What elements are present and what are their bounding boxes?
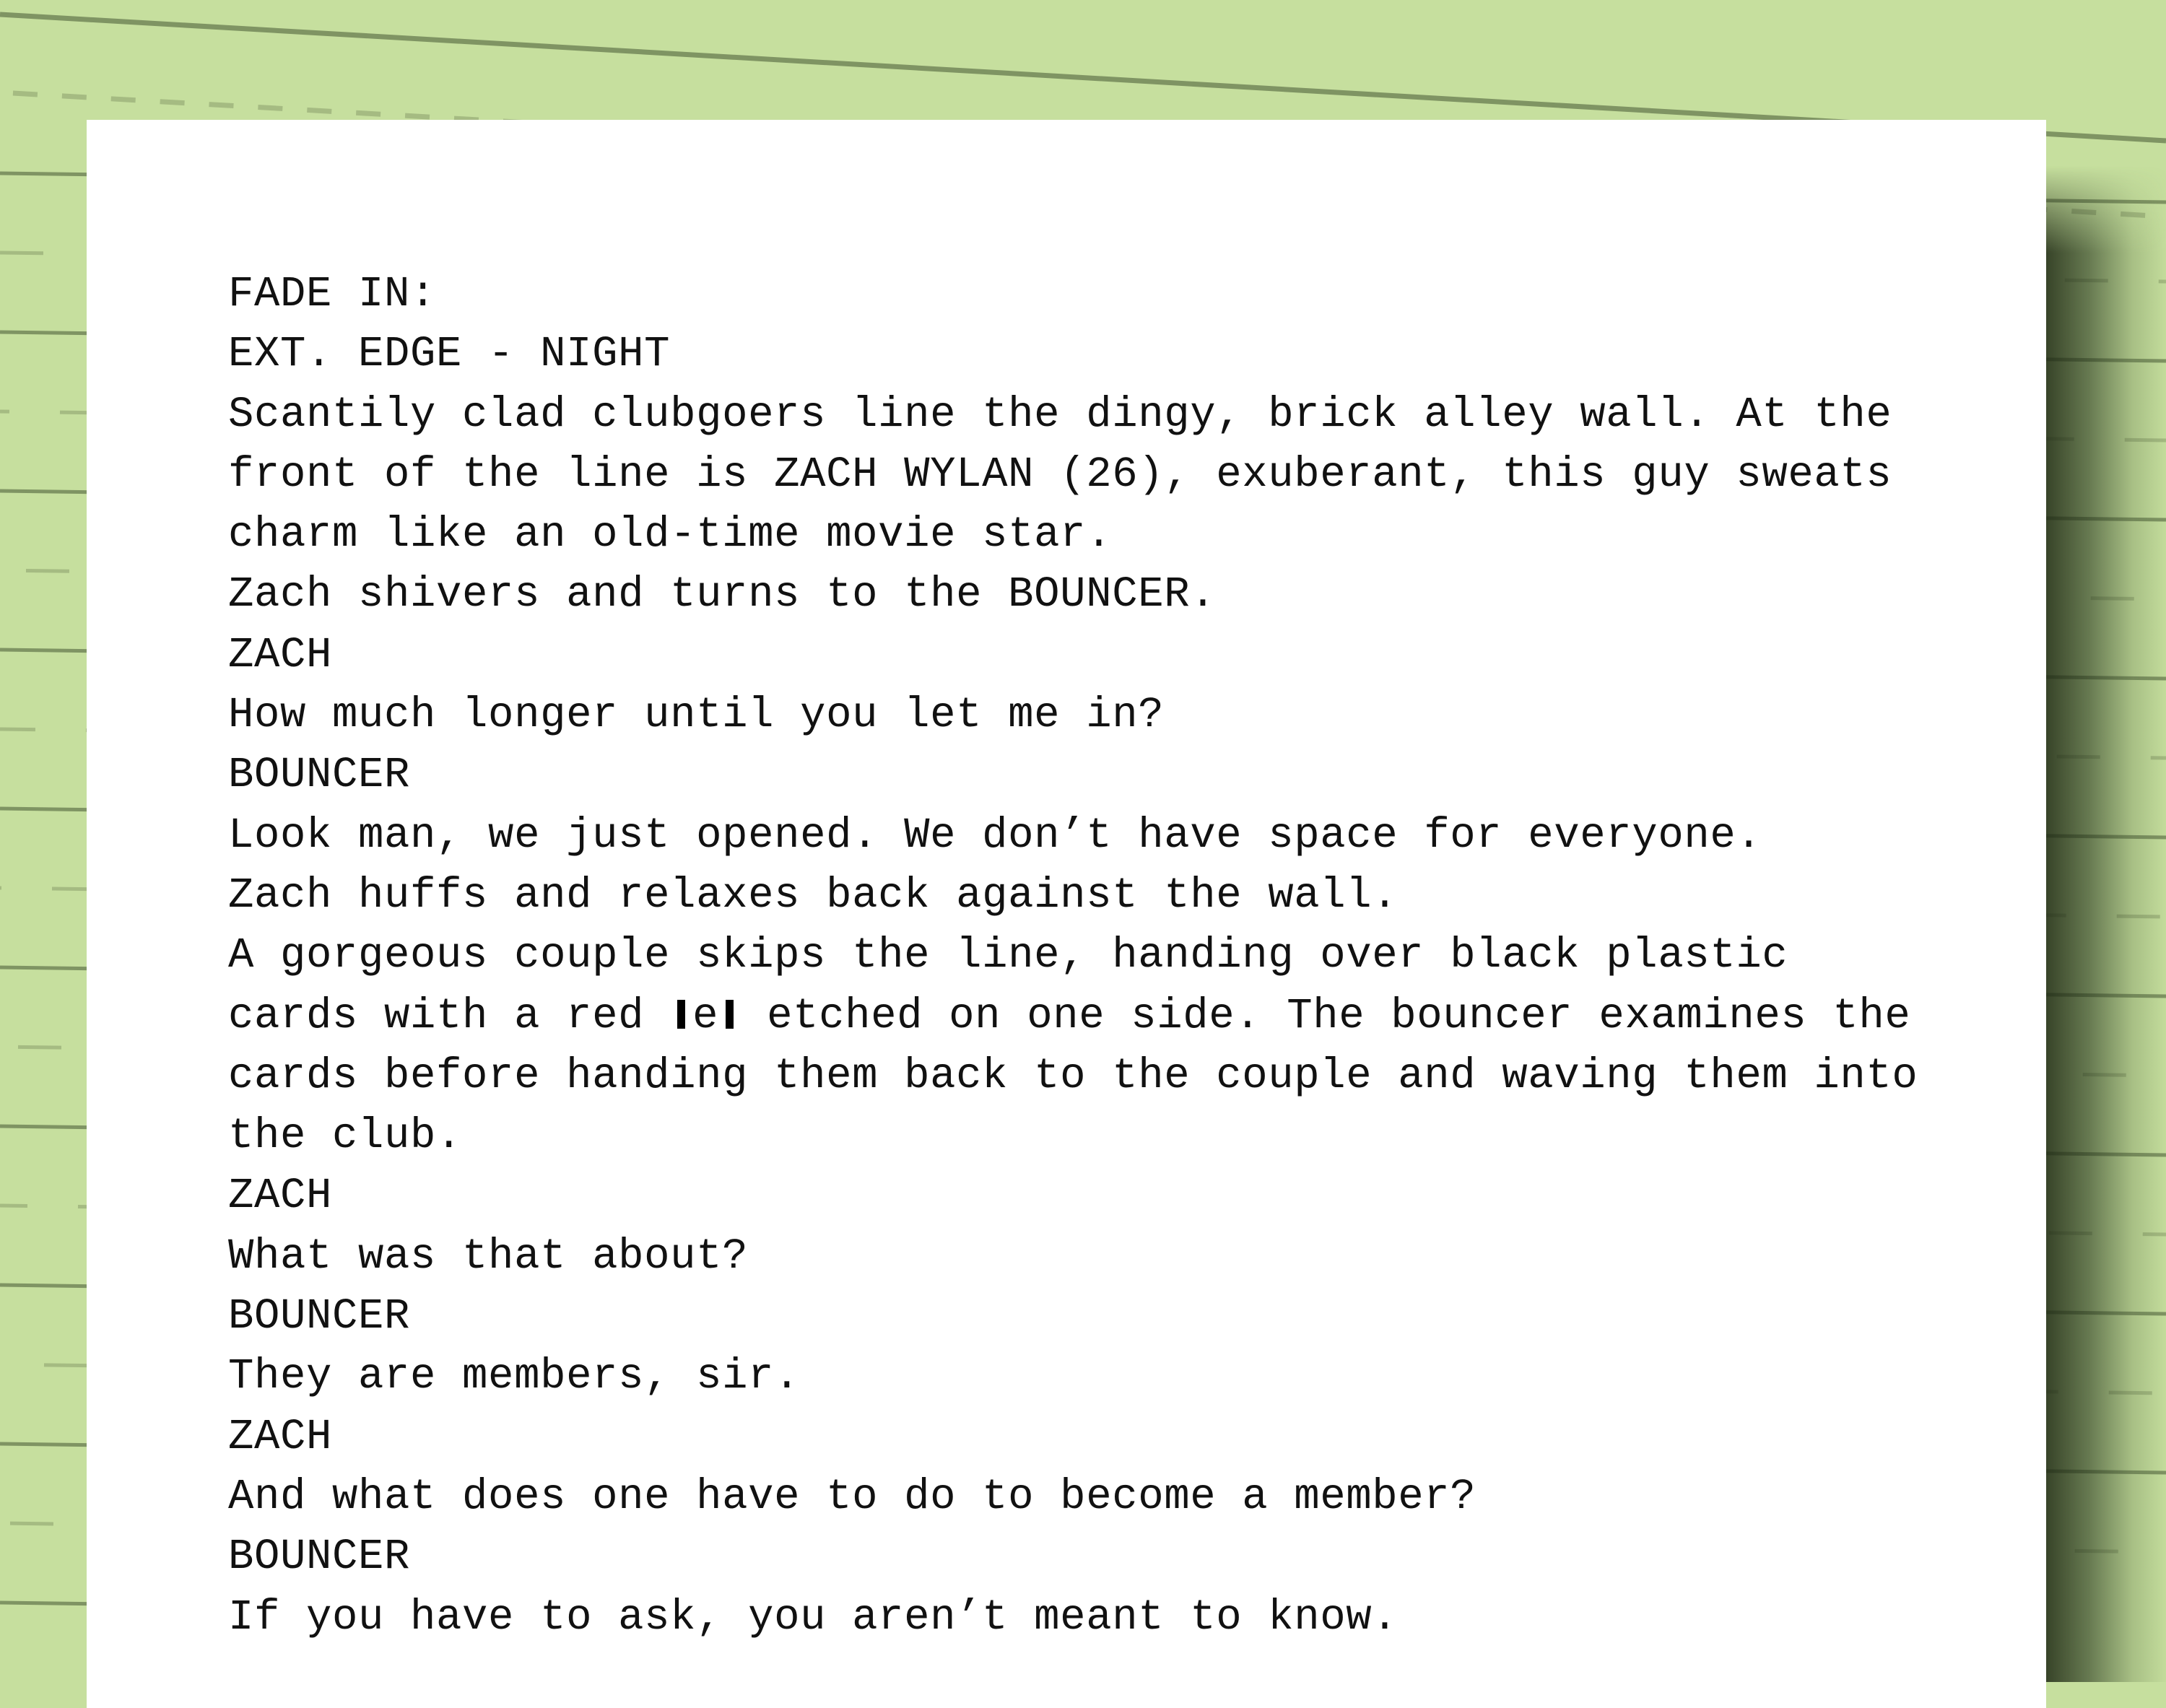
dialogue-line: And what does one have to do to become a… — [228, 1472, 1476, 1521]
action-line: Zach huffs and relaxes back against the … — [228, 871, 1399, 920]
action-line: the club. — [228, 1112, 463, 1161]
action-line: charm like an old-time movie star. — [228, 510, 1113, 559]
action-line: Zach shivers and turns to the BOUNCER. — [228, 570, 1217, 619]
character-name: ZACH — [228, 1412, 333, 1461]
paper-shadow — [2046, 166, 2166, 1682]
mark-bar-right-icon — [726, 999, 734, 1029]
screenplay-text: FADE IN: EXT. EDGE - NIGHT Scantily clad… — [228, 264, 1918, 1647]
character-name: BOUNCER — [228, 751, 411, 800]
character-name: BOUNCER — [228, 1292, 411, 1341]
dialogue-line: How much longer until you let me in? — [228, 691, 1165, 740]
action-line: Scantily clad clubgoers line the dingy, … — [228, 390, 1892, 439]
dialogue-line: What was that about? — [228, 1232, 749, 1281]
logo-mark: e — [670, 986, 741, 1046]
dialogue-line: If you have to ask, you aren’t meant to … — [228, 1592, 1399, 1642]
character-name: ZACH — [228, 630, 333, 679]
character-name: ZACH — [228, 1172, 333, 1221]
dialogue-line: Look man, we just opened. We don’t have … — [228, 811, 1762, 860]
action-line: A gorgeous couple skips the line, handin… — [228, 931, 1788, 980]
scene-heading: EXT. EDGE - NIGHT — [228, 330, 671, 379]
mark-letter: e — [692, 991, 719, 1040]
action-line: front of the line is ZACH WYLAN (26), ex… — [228, 450, 1892, 499]
action-text: etched on one side. The bouncer examines… — [741, 991, 1911, 1040]
script-page: FADE IN: EXT. EDGE - NIGHT Scantily clad… — [87, 120, 2046, 1708]
action-line: cards before handing them back to the co… — [228, 1051, 1918, 1100]
character-name: BOUNCER — [228, 1533, 411, 1582]
action-text: cards with a red — [228, 991, 671, 1040]
mark-bar-left-icon — [677, 999, 686, 1029]
dialogue-line: They are members, sir. — [228, 1352, 801, 1401]
action-line-with-mark: cards with a red e etched on one side. T… — [228, 986, 1918, 1046]
transition-line: FADE IN: — [228, 270, 437, 318]
